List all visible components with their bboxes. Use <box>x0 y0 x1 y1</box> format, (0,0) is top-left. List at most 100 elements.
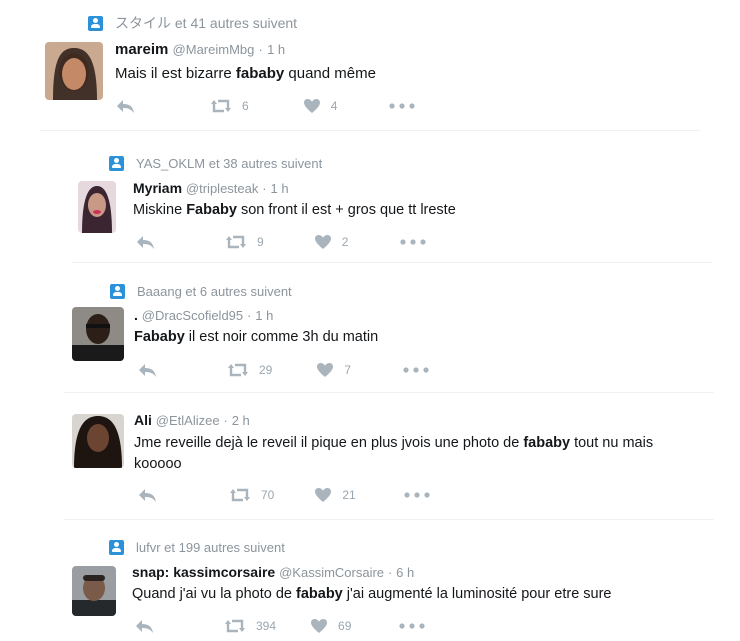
text-part: Quand j'ai vu la photo de <box>132 586 296 602</box>
text-part: Miskine <box>133 202 187 218</box>
more-button[interactable] <box>399 623 425 629</box>
avatar[interactable] <box>45 42 103 100</box>
timestamp[interactable]: 1 h <box>271 181 289 196</box>
retweet-button[interactable]: 394 <box>224 618 276 634</box>
retweet-count: 70 <box>261 488 275 502</box>
text-highlight: Fababy <box>186 202 237 218</box>
retweet-count: 9 <box>257 235 264 249</box>
separator: · <box>247 308 252 323</box>
retweet-icon <box>211 99 231 113</box>
heart-icon <box>315 488 332 502</box>
tweet-header: mareim @MareimMbg · 1 h <box>115 41 285 58</box>
retweet-count: 29 <box>259 363 273 377</box>
heart-icon <box>311 619 328 633</box>
text-highlight: fababy <box>235 65 285 82</box>
more-dots-icon <box>400 239 426 245</box>
avatar[interactable] <box>72 307 124 361</box>
follow-context-icon <box>109 156 124 171</box>
follow-context: lufvr et 199 autres suivent <box>109 540 285 555</box>
reply-button[interactable] <box>135 234 155 250</box>
divider <box>72 262 712 263</box>
tweet-actions: 394 69 <box>134 618 425 634</box>
retweet-button[interactable]: 29 <box>227 362 272 378</box>
retweet-icon <box>226 235 246 249</box>
follow-context: Baaang et 6 autres suivent <box>110 284 292 299</box>
username[interactable]: @triplesteak <box>186 181 258 196</box>
more-dots-icon <box>399 623 425 629</box>
more-button[interactable] <box>400 239 426 245</box>
like-button[interactable]: 69 <box>310 618 351 634</box>
reply-button[interactable] <box>134 618 154 634</box>
more-button[interactable] <box>404 492 430 498</box>
text-part: son front il est + gros que tt lreste <box>236 202 456 218</box>
display-name[interactable]: . <box>134 307 138 323</box>
heart-icon <box>303 99 320 113</box>
reply-button[interactable] <box>115 98 135 114</box>
reply-icon <box>139 489 156 502</box>
timestamp[interactable]: 1 h <box>255 308 273 323</box>
like-count: 4 <box>330 99 338 113</box>
context-text: Baaang et 6 autres suivent <box>137 284 292 299</box>
username[interactable]: @EtlAlizee <box>156 413 220 428</box>
tweet-header: snap: kassimcorsaire @KassimCorsaire · 6… <box>132 564 414 580</box>
tweet-text: Quand j'ai vu la photo de fababy j'ai au… <box>132 584 612 605</box>
reply-icon <box>136 620 153 633</box>
like-button[interactable]: 4 <box>303 98 338 114</box>
separator: · <box>258 42 263 57</box>
divider <box>64 519 714 520</box>
follow-context: スタイル et 41 autres suivent <box>88 13 297 33</box>
avatar[interactable] <box>78 181 116 233</box>
username[interactable]: @MareimMbg <box>173 42 255 57</box>
tweet-header: . @DracScofield95 · 1 h <box>134 307 273 323</box>
follow-context: YAS_OKLM et 38 autres suivent <box>109 156 322 171</box>
reply-icon <box>139 364 156 377</box>
avatar[interactable] <box>72 414 124 468</box>
divider <box>40 130 700 131</box>
tweet-actions: 9 2 <box>135 234 426 250</box>
like-button[interactable]: 2 <box>314 234 349 250</box>
avatar[interactable] <box>72 566 116 616</box>
timestamp[interactable]: 2 h <box>232 413 250 428</box>
context-text: lufvr et 199 autres suivent <box>136 540 285 555</box>
timestamp[interactable]: 6 h <box>396 565 414 580</box>
separator: · <box>223 413 228 428</box>
timestamp[interactable]: 1 h <box>267 42 285 57</box>
context-text: YAS_OKLM et 38 autres suivent <box>136 156 323 171</box>
like-button[interactable]: 7 <box>316 362 351 378</box>
display-name[interactable]: mareim <box>115 41 168 58</box>
reply-button[interactable] <box>137 362 157 378</box>
text-highlight: Fababy <box>134 329 185 345</box>
retweet-button[interactable]: 70 <box>229 487 274 503</box>
more-button[interactable] <box>403 367 429 373</box>
tweet-actions: 6 4 <box>115 98 415 114</box>
display-name[interactable]: snap: kassimcorsaire <box>132 564 275 580</box>
username[interactable]: @KassimCorsaire <box>279 565 384 580</box>
username[interactable]: @DracScofield95 <box>142 308 243 323</box>
tweet-header: Ali @EtlAlizee · 2 h <box>134 412 250 428</box>
separator: · <box>387 565 393 580</box>
tweet-text: Mais il est bizarre fababy quand même <box>115 63 376 84</box>
more-button[interactable] <box>389 103 415 109</box>
tweet-actions: 70 21 <box>137 487 430 503</box>
like-button[interactable]: 21 <box>314 487 356 503</box>
follow-context-icon <box>110 284 125 299</box>
more-dots-icon <box>389 103 415 109</box>
text-part: kooooo <box>134 456 182 472</box>
display-name[interactable]: Ali <box>134 412 152 428</box>
display-name[interactable]: Myriam <box>133 180 182 196</box>
heart-icon <box>314 235 331 249</box>
text-part: Mais il est bizarre <box>115 65 236 82</box>
reply-icon <box>137 236 154 249</box>
retweet-button[interactable]: 6 <box>210 98 249 114</box>
follow-context-icon <box>88 15 103 31</box>
retweet-button[interactable]: 9 <box>225 234 264 250</box>
retweet-icon <box>228 363 248 377</box>
text-part: il est noir comme 3h du matin <box>184 329 379 345</box>
divider <box>64 392 714 393</box>
retweet-icon <box>230 488 250 502</box>
like-count: 2 <box>341 235 349 249</box>
tweet-actions: 29 7 <box>137 362 429 378</box>
text-part: j'ai augmenté la luminosité pour etre su… <box>342 586 612 602</box>
text-highlight: fababy <box>523 435 571 451</box>
reply-button[interactable] <box>137 487 157 503</box>
